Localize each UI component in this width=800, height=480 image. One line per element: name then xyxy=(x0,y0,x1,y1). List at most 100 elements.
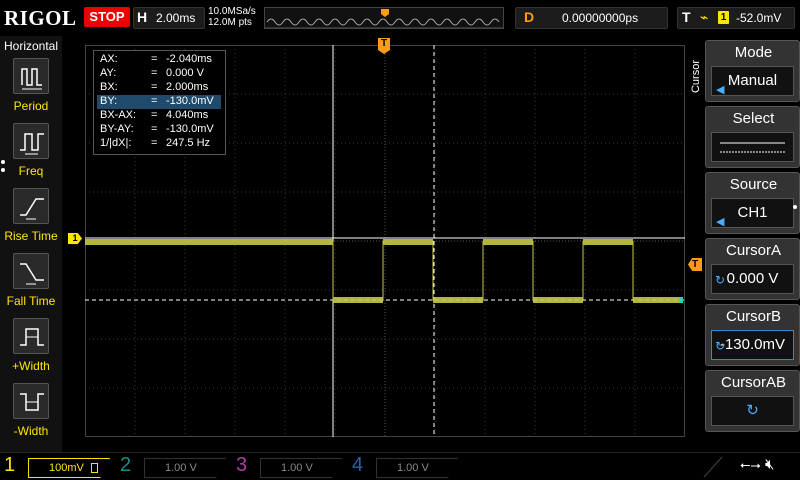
mode-value-box: ◀ Manual xyxy=(711,66,794,96)
readout-label: BX: xyxy=(100,81,118,93)
readout-value: 247.5 Hz xyxy=(166,137,211,149)
left-arrow-icon: ◀ xyxy=(716,84,725,96)
memory-position-bar xyxy=(264,7,504,29)
channel-3-tab[interactable]: 3 1.00 V xyxy=(236,454,348,479)
cursor-a-softkey[interactable]: CursorA ↻ 0.000 V xyxy=(705,238,800,300)
source-value-box: ◀ CH1 xyxy=(711,198,794,228)
delay-value: 0.00000000ps xyxy=(562,11,639,25)
menu-scroll-dot xyxy=(793,205,797,209)
horizontal-measure-panel: Horizontal Period Freq Rise Time Fall Ti… xyxy=(0,36,62,452)
channel-4-scale: 1.00 V xyxy=(397,462,429,474)
readout-label: BY: xyxy=(100,95,118,107)
mode-title: Mode xyxy=(734,44,773,61)
fall-time-label: Fall Time xyxy=(6,294,56,308)
measure-negative-width[interactable]: -Width xyxy=(0,383,62,447)
readout-row-bx-ax: BX-AX: = 4.040ms xyxy=(98,109,224,123)
measure-fall-time[interactable]: Fall Time xyxy=(0,253,62,317)
cursor-a-value-box: ↻ 0.000 V xyxy=(711,264,794,294)
source-softkey[interactable]: Source ◀ CH1 xyxy=(705,172,800,234)
channel-3-scale-box: 1.00 V xyxy=(260,458,342,478)
channel-3-scale: 1.00 V xyxy=(281,462,313,474)
select-lines-icon xyxy=(720,142,785,153)
ch1-trace xyxy=(85,239,683,303)
readout-label: AX: xyxy=(100,53,118,65)
readout-eq: = xyxy=(151,67,158,79)
readout-value: 2.000ms xyxy=(166,81,209,93)
cursor-b-value: -130.0mV xyxy=(719,336,786,353)
battery-icon xyxy=(90,463,98,474)
timebase-box[interactable]: H 2.00ms xyxy=(133,7,205,29)
freq-label: Freq xyxy=(18,164,44,178)
timebase-value: 2.00ms xyxy=(156,11,196,25)
select-softkey[interactable]: Select xyxy=(705,106,800,168)
channel-1-tab[interactable]: 1 100mV xyxy=(4,454,116,479)
readout-value: 0.000 V xyxy=(166,67,204,79)
channel-2-scale-box: 1.00 V xyxy=(144,458,226,478)
readout-eq: = xyxy=(151,53,158,65)
measure-rise-time[interactable]: Rise Time xyxy=(0,188,62,252)
readout-row-ax: AX: = -2.040ms xyxy=(98,53,224,67)
measure-freq[interactable]: Freq xyxy=(0,123,62,187)
rise-time-icon xyxy=(13,188,49,224)
run-stop-badge[interactable]: STOP xyxy=(84,7,130,27)
positive-width-label: +Width xyxy=(12,359,50,373)
cursor-ab-softkey[interactable]: CursorAB ↻ xyxy=(705,370,800,432)
trigger-level: -52.0mV xyxy=(736,11,782,25)
readout-eq: = xyxy=(151,95,158,107)
mode-softkey[interactable]: Mode ◀ Manual xyxy=(705,40,800,102)
source-title: Source xyxy=(729,176,778,193)
cursor-a-title: CursorA xyxy=(725,242,781,259)
ch1-offset-marker[interactable]: 1 xyxy=(68,233,82,244)
cursor-b-value-box: ↻ -130.0mV xyxy=(711,330,794,360)
select-value-box xyxy=(711,132,794,162)
readout-value: 4.040ms xyxy=(166,109,209,121)
rise-time-label: Rise Time xyxy=(4,229,58,243)
cursor-b-title: CursorB xyxy=(725,308,781,325)
select-title: Select xyxy=(732,110,775,127)
readout-label: BX-AX: xyxy=(100,109,137,121)
readout-value: -130.0mV xyxy=(166,95,214,107)
channel-4-scale-box: 1.00 V xyxy=(376,458,458,478)
readout-eq: = xyxy=(151,81,158,93)
measure-positive-width[interactable]: +Width xyxy=(0,318,62,382)
readout-label: BY-AY: xyxy=(100,123,134,135)
speaker-muted-icon[interactable]: 🔇︎ xyxy=(765,456,774,473)
delay-box[interactable]: D 0.00000000ps xyxy=(515,7,668,29)
measure-period[interactable]: Period xyxy=(0,58,62,122)
top-status-bar: RIGOL STOP H 2.00ms 10.0MSa/s 12.0M pts … xyxy=(0,0,800,36)
readout-eq: = xyxy=(151,123,158,135)
readout-value: -130.0mV xyxy=(166,123,214,135)
memory-depth: 12.0M pts xyxy=(208,17,252,28)
channel-4-number: 4 xyxy=(352,454,364,476)
knob-icon: ↻ xyxy=(746,402,759,419)
cursor-b-softkey[interactable]: CursorB ↻ -130.0mV xyxy=(705,304,800,366)
panel-title: Horizontal xyxy=(3,39,59,53)
usb-icon: ⭠⭢ xyxy=(740,457,761,472)
cursor-softkey-menu: Mode ◀ Manual Select Source ◀ CH1 Cursor… xyxy=(705,36,800,452)
readout-label: AY: xyxy=(100,67,117,79)
period-label: Period xyxy=(13,99,49,113)
sample-rate: 10.0MSa/s xyxy=(208,6,256,17)
trigger-level-marker[interactable]: T xyxy=(688,258,702,271)
trigger-letter: T xyxy=(682,9,691,25)
channel-status-bar: 1 100mV 2 1.00 V 3 1.00 V 4 1.00 V xyxy=(0,452,800,480)
channel-1-scale-box: 100mV xyxy=(28,458,110,478)
channel-3-number: 3 xyxy=(236,454,248,476)
channel-2-number: 2 xyxy=(120,454,132,476)
memory-waveform-preview xyxy=(265,9,503,28)
freq-icon xyxy=(13,123,49,159)
acquisition-info: 10.0MSa/s 12.0M pts xyxy=(208,6,256,28)
channel-2-tab[interactable]: 2 1.00 V xyxy=(120,454,232,479)
panel-scroll-dots[interactable] xyxy=(1,160,5,176)
fall-time-icon xyxy=(13,253,49,289)
readout-eq: = xyxy=(151,137,158,149)
timebase-letter: H xyxy=(137,9,148,25)
left-arrow-icon: ◀ xyxy=(716,216,725,228)
period-icon xyxy=(13,58,49,94)
negative-width-label: -Width xyxy=(13,424,49,438)
cursor-readout-box: AX: = -2.040ms AY: = 0.000 V BX: = 2.000… xyxy=(93,50,226,155)
channel-1-number: 1 xyxy=(4,454,16,476)
delay-letter: D xyxy=(524,9,535,25)
knob-icon: ↻ xyxy=(715,339,726,353)
channel-4-tab[interactable]: 4 1.00 V xyxy=(352,454,464,479)
